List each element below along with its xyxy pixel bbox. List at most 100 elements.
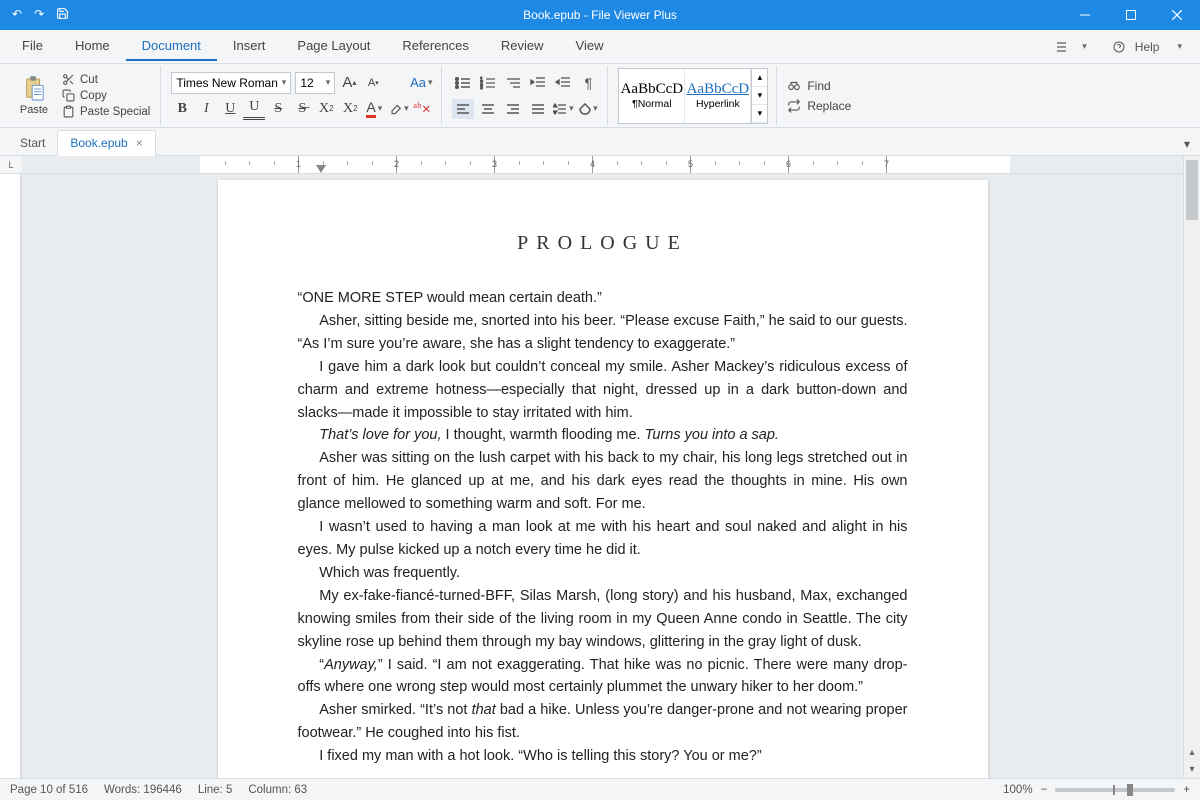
clipboard-group: Paste Cut Copy Paste Special (6, 66, 161, 125)
align-justify-icon[interactable] (527, 99, 549, 119)
align-center-icon[interactable] (477, 99, 499, 119)
styles-down-icon[interactable]: ▾ (752, 87, 767, 105)
redo-icon[interactable]: ↷ (34, 7, 44, 23)
underline-button[interactable]: U (219, 98, 241, 120)
zoom-out-icon[interactable]: − (1041, 784, 1048, 796)
status-words[interactable]: Words: 196446 (104, 784, 182, 796)
paragraph: “ONE MORE STEP would mean certain death.… (298, 287, 908, 310)
styles-group: AaBbCcD¶Normal AaBbCcDHyperlink ▴ ▾ ▾ (610, 66, 777, 125)
status-column: Column: 63 (248, 784, 307, 796)
zoom-knob[interactable] (1127, 784, 1133, 796)
help-button[interactable]: Help▾ (1107, 36, 1194, 58)
cut-button[interactable]: Cut (60, 72, 152, 87)
paste-special-icon (62, 105, 75, 118)
font-name-select[interactable]: Times New Roman▾ (171, 72, 291, 94)
change-case-icon[interactable]: Aa▾ (411, 73, 431, 93)
menu-page-layout[interactable]: Page Layout (281, 32, 386, 61)
shrink-font-icon[interactable]: A▾ (363, 73, 383, 93)
scroll-down-icon[interactable]: ▾ (1184, 761, 1200, 778)
paragraph: That’s love for you, I thought, warmth f… (298, 424, 908, 447)
menu-review[interactable]: Review (485, 32, 560, 61)
clear-format-button[interactable]: ᵃᵇ✕ (411, 98, 433, 120)
vertical-scrollbar[interactable]: ▴ ▾ (1183, 156, 1200, 778)
document-canvas[interactable]: PROLOGUE “ONE MORE STEP would mean certa… (22, 174, 1183, 778)
paragraph: I gave him a dark look but couldn’t conc… (298, 356, 908, 425)
align-left-icon[interactable] (452, 99, 474, 119)
minimize-button[interactable] (1062, 0, 1108, 30)
paragraph: Which was frequently. (298, 562, 908, 585)
editing-group: Find Replace (779, 66, 859, 125)
menu-home[interactable]: Home (59, 32, 126, 61)
style-normal[interactable]: AaBbCcD¶Normal (619, 69, 685, 123)
decrease-indent-icon[interactable] (527, 73, 549, 93)
menu-file[interactable]: File (6, 32, 59, 61)
indent-marker[interactable] (316, 165, 326, 173)
zoom-level[interactable]: 100% (1003, 784, 1032, 796)
page: PROLOGUE “ONE MORE STEP would mean certa… (218, 180, 988, 778)
menu-insert[interactable]: Insert (217, 32, 282, 61)
paragraph: Asher, sitting beside me, snorted into h… (298, 310, 908, 356)
undo-icon[interactable]: ↶ (12, 7, 22, 23)
replace-button[interactable]: Replace (787, 99, 851, 113)
replace-icon (787, 99, 801, 113)
paragraph-group: 123 ¶ ▾ ▾ (444, 66, 608, 125)
line-spacing-icon[interactable]: ▾ (552, 99, 574, 119)
double-underline-button[interactable]: U (243, 98, 265, 120)
zoom-slider[interactable] (1055, 788, 1175, 792)
styles-up-icon[interactable]: ▴ (752, 69, 767, 87)
highlight-button[interactable]: ▾ (387, 98, 409, 120)
menu-document[interactable]: Document (126, 32, 217, 61)
ribbon: Paste Cut Copy Paste Special Times New R… (0, 64, 1200, 128)
close-button[interactable] (1154, 0, 1200, 30)
increase-indent-icon[interactable] (552, 73, 574, 93)
tab-book[interactable]: Book.epub× (57, 130, 155, 156)
align-right-icon[interactable] (502, 99, 524, 119)
find-button[interactable]: Find (787, 79, 851, 93)
close-tab-icon[interactable]: × (136, 136, 143, 150)
font-color-button[interactable]: A▾ (363, 98, 385, 120)
styles-more-icon[interactable]: ▾ (752, 105, 767, 123)
multilevel-list-icon[interactable] (502, 73, 524, 93)
double-strike-button[interactable]: S̶ (291, 98, 313, 120)
ribbon-options-icon[interactable]: ▾ (1050, 37, 1099, 56)
menu-view[interactable]: View (560, 32, 620, 61)
scroll-thumb[interactable] (1186, 160, 1198, 220)
strikethrough-button[interactable]: S (267, 98, 289, 120)
italic-button[interactable]: I (195, 98, 217, 120)
tab-start[interactable]: Start (8, 131, 57, 155)
scissors-icon (62, 73, 75, 86)
horizontal-ruler[interactable]: 1234567 /*ticks rendered below*/ (22, 156, 1183, 174)
menu-references[interactable]: References (386, 32, 484, 61)
vertical-ruler: L (0, 156, 22, 778)
window-title: Book.epub - File Viewer Plus (523, 8, 677, 22)
document-tabs: Start Book.epub× ▾ (0, 128, 1200, 156)
subscript-button[interactable]: X2 (339, 98, 361, 120)
heading-prologue: PROLOGUE (298, 232, 908, 255)
paste-icon (23, 76, 45, 102)
grow-font-icon[interactable]: A▴ (339, 73, 359, 93)
copy-button[interactable]: Copy (60, 88, 152, 103)
maximize-button[interactable] (1108, 0, 1154, 30)
ruler-corner[interactable]: L (0, 156, 22, 174)
menubar: File Home Document Insert Page Layout Re… (0, 30, 1200, 64)
superscript-button[interactable]: X2 (315, 98, 337, 120)
save-icon[interactable] (56, 7, 69, 23)
paragraph: “Anyway,” I said. “I am not exaggerating… (298, 654, 908, 700)
bold-button[interactable]: B (171, 98, 193, 120)
scroll-up-icon[interactable]: ▴ (1184, 744, 1200, 761)
statusbar: Page 10 of 516 Words: 196446 Line: 5 Col… (0, 778, 1200, 800)
tabs-dropdown-icon[interactable]: ▾ (1174, 133, 1200, 155)
paragraph: My ex-fake-fiancé-turned-BFF, Silas Mars… (298, 585, 908, 654)
bullet-list-icon[interactable] (452, 73, 474, 93)
style-hyperlink[interactable]: AaBbCcDHyperlink (685, 69, 751, 123)
status-line: Line: 5 (198, 784, 233, 796)
zoom-in-icon[interactable]: + (1183, 784, 1190, 796)
paste-button[interactable]: Paste (14, 68, 54, 124)
paragraph: Asher was sitting on the lush carpet wit… (298, 447, 908, 516)
shading-icon[interactable]: ▾ (577, 99, 599, 119)
status-page[interactable]: Page 10 of 516 (10, 784, 88, 796)
paragraph-marks-icon[interactable]: ¶ (577, 73, 599, 93)
font-size-select[interactable]: 12▾ (295, 72, 335, 94)
paste-special-button[interactable]: Paste Special (60, 104, 152, 119)
number-list-icon[interactable]: 123 (477, 73, 499, 93)
